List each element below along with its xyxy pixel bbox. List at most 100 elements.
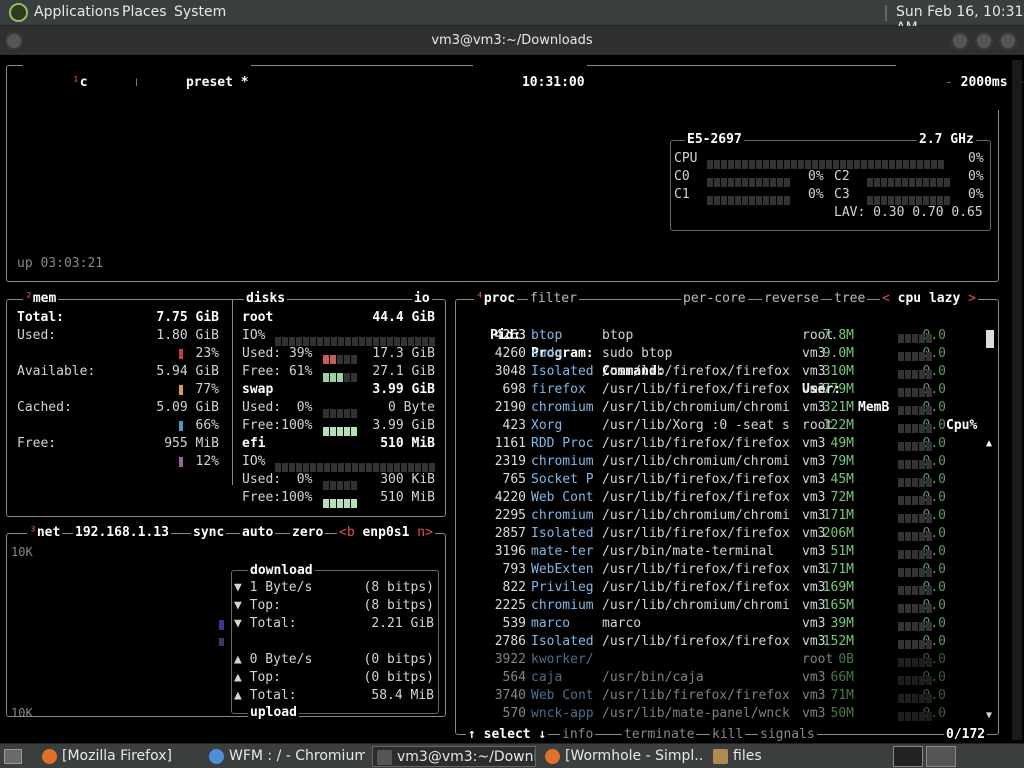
taskbar-item[interactable]: WFM : / - Chromium (205, 746, 365, 767)
workspace-switcher[interactable] (926, 746, 956, 767)
ul-top-bits: (0 bitps) (363, 670, 434, 685)
window-menu-button[interactable] (5, 32, 23, 50)
proc-row[interactable]: 564 caja/usr/bin/caja vm3 66M 0.0 (456, 669, 984, 687)
proc-row[interactable]: 423 Xorg/usr/lib/Xorg :0 -seat s root 122M 0… (456, 417, 984, 435)
core-meter (707, 190, 791, 205)
proc-cell-program: firefox (531, 382, 586, 397)
terminal[interactable]: ¹cpu menu preset * 10:31:00 - 2000ms + u… (4, 55, 1024, 744)
terminal-icon (377, 750, 392, 765)
show-desktop-icon[interactable] (4, 749, 22, 764)
sort-prev[interactable]: < (882, 291, 890, 306)
taskbar-item[interactable]: files (709, 746, 869, 767)
net-box: ³net 192.168.1.13 sync auto zero <b enp0… (6, 524, 446, 722)
iface-next[interactable]: n> (417, 525, 433, 540)
disk-efi-io-label: IO% (242, 454, 266, 469)
disk-root-io-meter (275, 331, 436, 346)
proc-row[interactable]: 4260 sudo sudo btop vm3 9.0M 0.0 (456, 345, 984, 363)
mate-logo-icon[interactable] (9, 3, 28, 22)
proc-row[interactable]: 539 marco marco vm3 39M 0.0 (456, 615, 984, 633)
ul-rate: 0 Byte/s (249, 652, 313, 667)
proc-cell-pid: 564 (502, 670, 526, 685)
proc-scrollbar[interactable] (986, 330, 994, 348)
workspace-switcher[interactable] (893, 746, 923, 767)
preset-tab[interactable]: preset * (186, 75, 249, 90)
proc-mem-meter (898, 511, 933, 523)
core-meter (867, 190, 951, 205)
taskbar-item[interactable]: vm3@vm3:~/Downl... (372, 746, 536, 767)
applications-menu[interactable]: Applications (34, 4, 120, 20)
proc-row[interactable]: 2225 chromium/usr/lib/chromium/chromi vm3 1… (456, 597, 984, 615)
io-toggle[interactable]: io (414, 291, 430, 306)
maximize-button[interactable] (975, 32, 993, 50)
cpu-info-box: E5-2697 2.7 GHz CPU 0% C0 0% C2 0% C1 0%… (670, 131, 991, 231)
proc-cell-program: marco (531, 616, 571, 631)
places-menu[interactable]: Places (122, 4, 167, 20)
terminal-scrollbar[interactable] (1012, 60, 1022, 740)
taskbar-item[interactable]: [Mozilla Firefox] (38, 746, 198, 767)
proc-cell-pid: 4263 (494, 328, 526, 343)
net-sync-toggle[interactable]: sync (193, 525, 224, 540)
upload-title-wrap: upload (248, 704, 299, 722)
net-zero-toggle[interactable]: zero (292, 525, 323, 540)
disk-swap-free-val: 3.99 GiB (372, 418, 435, 433)
mem-free-bar (179, 457, 183, 467)
close-button[interactable] (999, 32, 1017, 50)
proc-cell-command: /usr/lib/chromium/chromi (602, 400, 790, 415)
iface-prev[interactable]: <b (339, 525, 355, 540)
tree-toggle[interactable]: tree (834, 291, 865, 306)
proc-row[interactable]: 793 WebExten/usr/lib/firefox/firefox vm3 17… (456, 561, 984, 579)
footer-info[interactable]: info (562, 727, 593, 742)
proc-cell-pid: 539 (502, 616, 526, 631)
proc-row[interactable]: 3048 Isolated/usr/lib/firefox/firefox vm3 3… (456, 363, 984, 381)
cpu-tab-number: ¹ (71, 75, 80, 90)
proc-cell-mem: 50M (830, 706, 854, 721)
net-title[interactable]: net (37, 525, 60, 540)
proc-row[interactable]: 822 Privileg/usr/lib/firefox/firefox vm3 16… (456, 579, 984, 597)
mem-title[interactable]: mem (33, 291, 56, 306)
proc-row[interactable]: 3196 mate-ter/usr/bin/mate-terminal vm3 51M… (456, 543, 984, 561)
proc-row[interactable]: 2857 Isolated/usr/lib/firefox/firefox vm3 2… (456, 525, 984, 543)
scroll-down-icon[interactable]: ▼ (986, 710, 992, 721)
proc-row[interactable]: 1161 RDD Proc/usr/lib/firefox/firefox vm3 4… (456, 435, 984, 453)
proc-cell-mem: 7.8M (822, 328, 854, 343)
disks-title[interactable]: disks (246, 291, 285, 306)
net-auto-toggle[interactable]: auto (242, 525, 273, 540)
proc-title[interactable]: proc (484, 291, 515, 306)
sort-next[interactable]: > (968, 291, 976, 306)
footer-terminate[interactable]: terminate (624, 727, 694, 742)
proc-row[interactable]: 4263 btop btop root 7.8M 0.0 (456, 327, 984, 345)
proc-row[interactable]: 2786 Isolated/usr/lib/firefox/firefox vm3 1… (456, 633, 984, 651)
proc-cell-pid: 3196 (494, 544, 526, 559)
proc-cell-pid: 822 (502, 580, 526, 595)
proc-mem-meter (898, 583, 933, 595)
disk-swap-free-meter (323, 421, 358, 436)
proc-row[interactable]: 2295 chromium/usr/lib/chromium/chromi vm3 1… (456, 507, 984, 525)
footer-signals[interactable]: signals (760, 727, 815, 742)
proc-mem-meter (898, 439, 933, 451)
per-core-toggle[interactable]: per-core (683, 291, 746, 306)
footer-kill[interactable]: kill (712, 727, 743, 742)
proc-cell-pid: 4260 (494, 346, 526, 361)
proc-cell-command: /usr/bin/caja (602, 670, 704, 685)
proc-row[interactable]: 698 firefox/usr/lib/firefox/firefox vm3 779… (456, 381, 984, 399)
proc-cell-program: btop (531, 328, 563, 343)
net-scale-bottom: 10K (11, 706, 33, 720)
taskbar-item[interactable]: [Wormhole - Simpl... (541, 746, 703, 767)
footer-select[interactable]: ↑ select ↓ (468, 727, 546, 742)
proc-row[interactable]: 4220 Web Cont/usr/lib/firefox/firefox vm3 7… (456, 489, 984, 507)
proc-row[interactable]: 3740 Web Cont/usr/lib/firefox/firefox vm3 7… (456, 687, 984, 705)
proc-row[interactable]: 2190 chromium/usr/lib/chromium/chromi vm3 3… (456, 399, 984, 417)
proc-row[interactable]: 765 Socket P/usr/lib/firefox/firefox vm3 45… (456, 471, 984, 489)
proc-cell-mem: 79M (830, 454, 854, 469)
proc-cell-program: mate-ter (531, 544, 594, 559)
proc-row[interactable]: 570 wnck-app/usr/lib/mate-panel/wnck vm3 50… (456, 705, 984, 723)
reverse-toggle[interactable]: reverse (764, 291, 819, 306)
refresh-decrease[interactable]: - (945, 75, 953, 90)
minimize-button[interactable] (951, 32, 969, 50)
proc-row[interactable]: 2319 chromium/usr/lib/chromium/chromi vm3 7… (456, 453, 984, 471)
window-titlebar[interactable]: vm3@vm3:~/Downloads (0, 26, 1024, 55)
system-menu[interactable]: System (174, 4, 226, 20)
load-average: LAV: 0.30 0.70 0.65 (834, 205, 983, 220)
filter-toggle[interactable]: filter (530, 291, 577, 306)
proc-row[interactable]: 3922 kworker/root 0B 0.0 (456, 651, 984, 669)
